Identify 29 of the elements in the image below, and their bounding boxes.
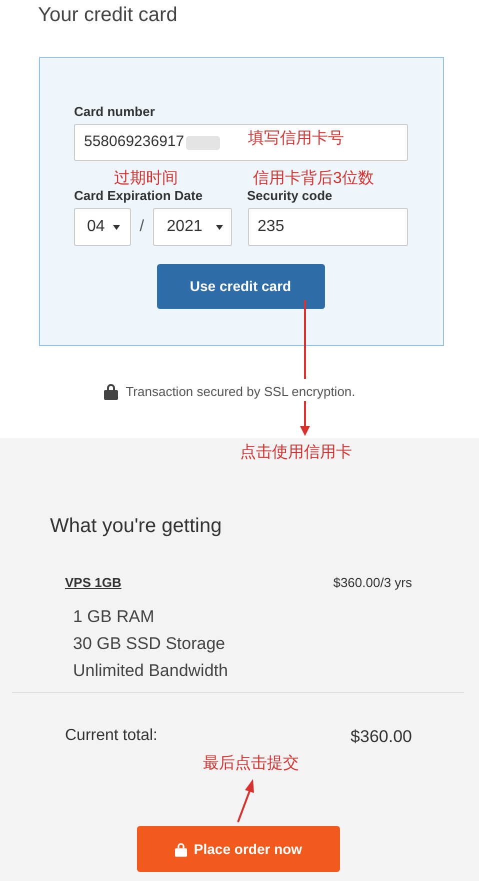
field-label: Card number — [74, 104, 156, 119]
annotation-text: 过期时间 — [114, 170, 178, 188]
annotation-text: 点击使用信用卡 — [240, 444, 352, 462]
arrow-annotation — [237, 779, 254, 822]
month-select[interactable]: 04 — [74, 208, 131, 246]
lock-icon — [104, 383, 118, 400]
lock-icon — [174, 842, 187, 856]
annotation-text: 填写信用卡号 — [248, 130, 344, 148]
date-separator: / — [138, 217, 146, 237]
annotation-text: 信用卡背后3位数 — [253, 170, 374, 188]
year-select[interactable]: 2021 — [152, 208, 232, 246]
feature-item: 1 GB RAM — [73, 606, 156, 628]
feature-item: 30 GB SSD Storage — [73, 632, 226, 654]
field-label: Card Expiration Date — [74, 188, 204, 203]
section-title: What you're getting — [50, 514, 223, 538]
security-note: Transaction secured by SSL encryption. — [126, 383, 356, 401]
caret-icon — [112, 224, 120, 230]
product-price: $360.00/3 yrs — [333, 574, 412, 592]
total-label: Current total: — [65, 726, 158, 746]
total-value: $360.00 — [350, 726, 412, 748]
product-name: VPS 1GB — [65, 574, 122, 592]
feature-item: Unlimited Bandwidth — [73, 660, 229, 682]
field-label: Security code — [247, 188, 332, 203]
annotation-text: 最后点击提交 — [203, 755, 299, 773]
page-title: Your credit card — [38, 3, 178, 27]
caret-icon — [216, 224, 224, 230]
security-code-field[interactable]: 235 — [248, 208, 408, 246]
blurred-digits — [186, 136, 220, 150]
use-credit-card-button[interactable]: Use credit card — [156, 264, 324, 309]
